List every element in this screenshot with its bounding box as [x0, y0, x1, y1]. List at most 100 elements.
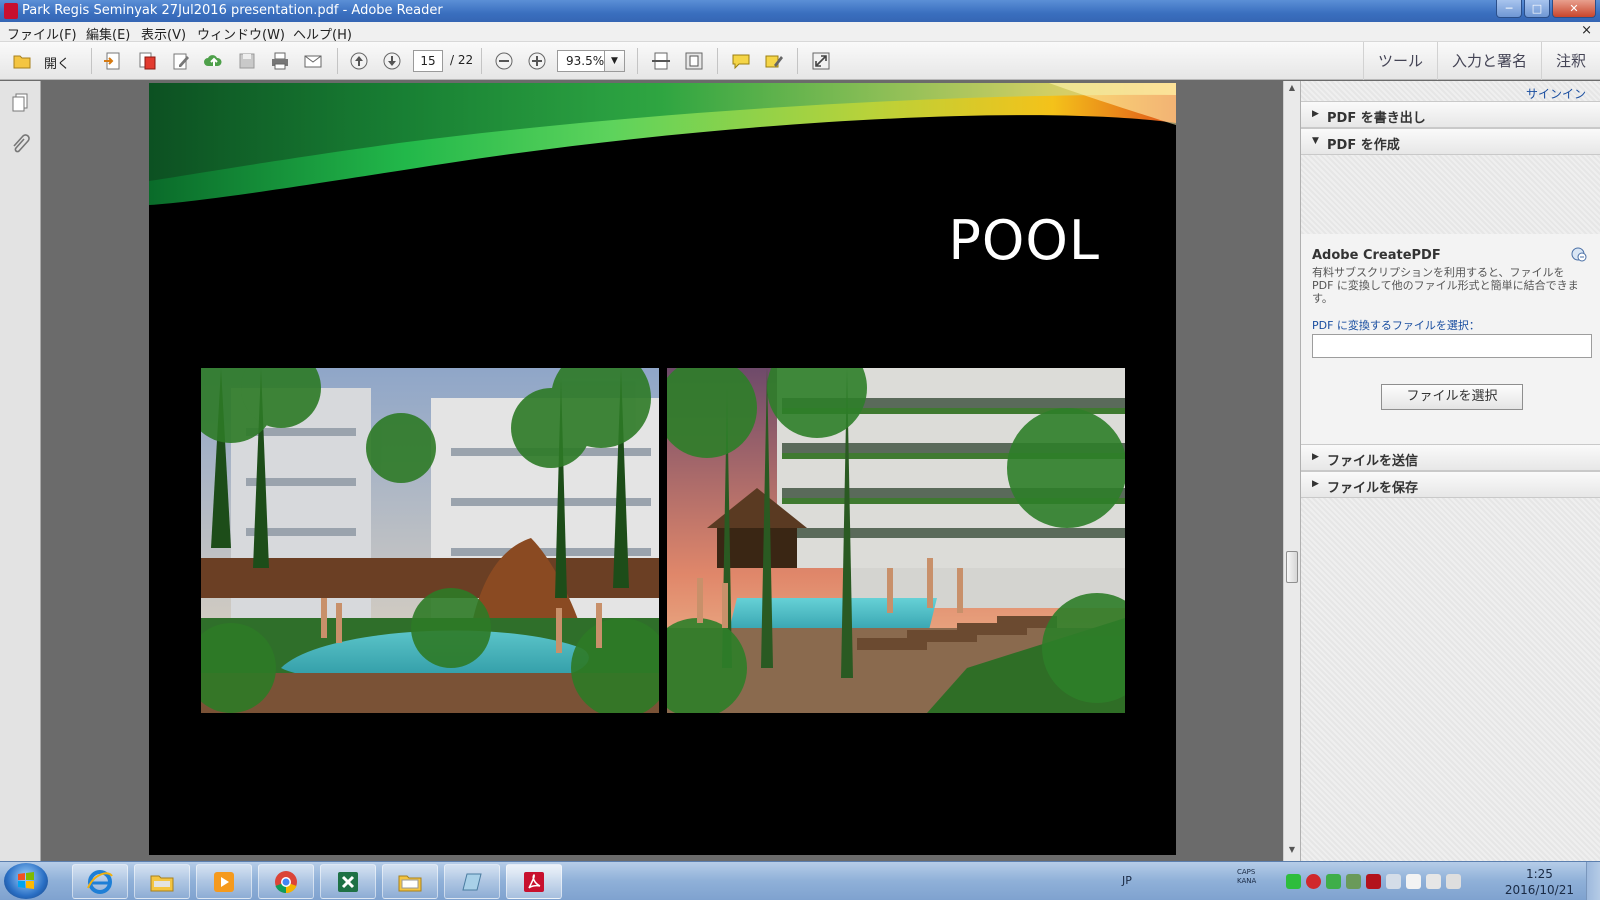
- scroll-down-icon[interactable]: ▼: [1284, 845, 1300, 859]
- flag-tray-icon[interactable]: [1406, 874, 1421, 889]
- toolbar-divider: [717, 48, 718, 74]
- next-page-icon[interactable]: [380, 50, 404, 72]
- previous-page-icon[interactable]: [347, 50, 371, 72]
- clock-time: 1:25: [1525, 867, 1553, 881]
- combine-pdf-icon[interactable]: [135, 50, 159, 72]
- section-create-pdf[interactable]: ▼ PDF を作成: [1301, 128, 1600, 155]
- adobe-reader-taskbar-icon[interactable]: [506, 864, 562, 899]
- document-scrollbar[interactable]: ▲ ▼: [1283, 81, 1300, 861]
- page-thumbnails-icon[interactable]: [9, 91, 31, 113]
- cloud-upload-icon[interactable]: [202, 50, 226, 72]
- signin-link[interactable]: サインイン: [1526, 85, 1586, 102]
- ime-mode-indicator[interactable]: CAPS KANA: [1237, 868, 1256, 886]
- page-total: / 22: [450, 53, 474, 67]
- scroll-up-icon[interactable]: ▲: [1284, 83, 1300, 97]
- tools-panel: サインイン ▶ PDF を書き出し ▼ PDF を作成 Adobe Create…: [1300, 81, 1600, 861]
- clock[interactable]: 1:25 2016/10/21: [1505, 866, 1574, 898]
- create-pdf-title: Adobe CreatePDF: [1312, 248, 1441, 263]
- edit-pdf-icon[interactable]: [169, 50, 193, 72]
- open-button-label[interactable]: 開く: [44, 53, 70, 72]
- tab-tools[interactable]: ツール: [1362, 42, 1437, 80]
- zoom-out-icon[interactable]: [492, 50, 516, 72]
- expanded-triangle-icon: ▼: [1312, 136, 1319, 146]
- display-tray-icon[interactable]: [1386, 874, 1401, 889]
- menu-view[interactable]: 表示(V): [141, 24, 186, 43]
- tab-fill-sign[interactable]: 入力と署名: [1436, 42, 1541, 80]
- chrome-taskbar-icon[interactable]: [258, 864, 314, 899]
- section-store-files[interactable]: ▶ ファイルを保存: [1301, 471, 1600, 498]
- minimize-button[interactable]: ─: [1496, 0, 1522, 18]
- device-tray-icon[interactable]: [1346, 874, 1361, 889]
- page-number-input[interactable]: 15: [413, 50, 443, 72]
- decorative-swoosh: [149, 83, 1176, 205]
- excel-taskbar-icon[interactable]: [320, 864, 376, 899]
- line-tray-icon[interactable]: [1286, 874, 1301, 889]
- show-desktop-button[interactable]: [1586, 862, 1600, 900]
- file-path-field[interactable]: [1312, 334, 1592, 358]
- fit-page-icon[interactable]: [682, 50, 706, 72]
- security-tray-icon[interactable]: [1306, 874, 1321, 889]
- attachments-icon[interactable]: [9, 133, 31, 155]
- media-player-taskbar-icon[interactable]: [196, 864, 252, 899]
- maximize-button[interactable]: □: [1524, 0, 1550, 18]
- toolbar-divider: [797, 48, 798, 74]
- window-controls: ─ □ ✕: [1494, 0, 1596, 20]
- scrollbar-thumb[interactable]: [1286, 551, 1298, 583]
- highlight-icon[interactable]: [762, 50, 786, 72]
- print-icon[interactable]: [268, 50, 292, 72]
- menu-file[interactable]: ファイル(F): [7, 24, 77, 43]
- menu-edit[interactable]: 編集(E): [86, 24, 130, 43]
- caps-label: CAPS: [1237, 868, 1256, 876]
- menu-bar: ファイル(F) 編集(E) 表示(V) ウィンドウ(W) ヘルプ(H) ×: [0, 22, 1600, 43]
- globe-help-icon[interactable]: [1571, 246, 1587, 262]
- windows-taskbar: JP CAPS KANA 1:25 2016/10/21: [0, 861, 1600, 900]
- menu-window[interactable]: ウィンドウ(W): [197, 24, 285, 43]
- create-pdf-description: 有料サブスクリプションを利用すると、ファイルを PDF に変換して他のファイル形…: [1312, 266, 1579, 305]
- toolbar-divider: [337, 48, 338, 74]
- toolbar-divider: [481, 48, 482, 74]
- menu-help[interactable]: ヘルプ(H): [293, 24, 352, 43]
- collapsed-triangle-icon: ▶: [1312, 452, 1319, 462]
- open-folder-icon[interactable]: [10, 50, 34, 72]
- pool-render-image-right: [667, 368, 1125, 713]
- section-label: PDF を書き出し: [1327, 111, 1426, 126]
- close-button[interactable]: ✕: [1552, 0, 1596, 18]
- zoom-dropdown-icon[interactable]: ▼: [605, 50, 625, 72]
- tab-comment[interactable]: 注釈: [1540, 42, 1600, 80]
- internet-explorer-taskbar-icon[interactable]: [72, 864, 128, 899]
- sync-tray-icon[interactable]: [1326, 874, 1341, 889]
- zoom-level-input[interactable]: 93.5%: [557, 50, 605, 72]
- section-label: ファイルを保存: [1327, 481, 1419, 496]
- document-close-icon[interactable]: ×: [1581, 23, 1592, 38]
- pool-render-image-left: [201, 368, 659, 713]
- toolbar: 開く 15 / 22 93.5% ▼ ツール 入力と署名 注釈: [0, 42, 1600, 80]
- create-pdf-pane: Adobe CreatePDF 有料サブスクリプションを利用すると、ファイルを …: [1301, 234, 1600, 444]
- toolbar-divider: [637, 48, 638, 74]
- folder-taskbar-icon[interactable]: [382, 864, 438, 899]
- comment-icon[interactable]: [729, 50, 753, 72]
- save-icon[interactable]: [235, 50, 259, 72]
- select-file-button[interactable]: ファイルを選択: [1381, 384, 1523, 410]
- start-button[interactable]: [4, 863, 48, 899]
- create-pdf-icon[interactable]: [101, 50, 125, 72]
- zoom-in-icon[interactable]: [525, 50, 549, 72]
- full-screen-icon[interactable]: [809, 50, 833, 72]
- slide-heading: POOL: [948, 209, 1100, 272]
- language-indicator[interactable]: JP: [1122, 874, 1132, 887]
- file-select-label: PDF に変換するファイルを選択：: [1312, 319, 1480, 332]
- clock-date: 2016/10/21: [1504, 883, 1574, 897]
- window-title: Park Regis Seminyak 27Jul2016 presentati…: [22, 3, 443, 18]
- collapsed-triangle-icon: ▶: [1312, 479, 1319, 489]
- adobe-reader-icon: [4, 3, 18, 19]
- network-tray-icon[interactable]: [1426, 874, 1441, 889]
- panel-tabs: ツール 入力と署名 注釈: [1362, 42, 1600, 80]
- volume-tray-icon[interactable]: [1446, 874, 1461, 889]
- app-window-taskbar-icon[interactable]: [444, 864, 500, 899]
- section-export-pdf[interactable]: ▶ PDF を書き出し: [1301, 101, 1600, 128]
- email-icon[interactable]: [301, 50, 325, 72]
- section-send-files[interactable]: ▶ ファイルを送信: [1301, 444, 1600, 471]
- acrobat-tray-icon[interactable]: [1366, 874, 1381, 889]
- fit-width-icon[interactable]: [649, 50, 673, 72]
- section-label: PDF を作成: [1327, 138, 1400, 153]
- file-explorer-taskbar-icon[interactable]: [134, 864, 190, 899]
